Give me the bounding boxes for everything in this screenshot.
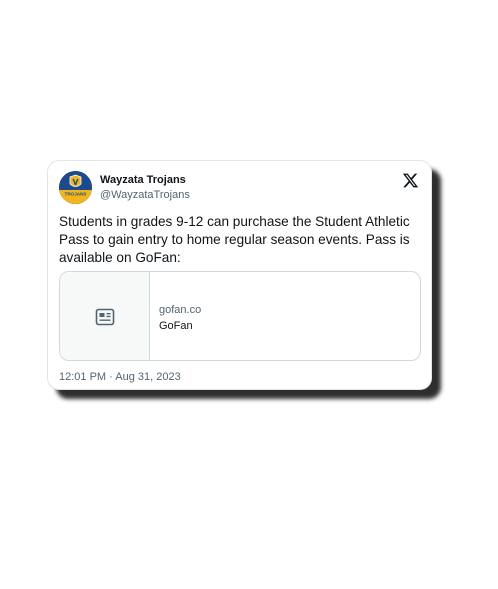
link-title: GoFan <box>159 320 193 332</box>
display-name[interactable]: Wayzata Trojans <box>100 174 186 186</box>
avatar-text: TROJANS <box>65 192 87 197</box>
tweet-embed-card[interactable]: TROJANS Wayzata Trojans @WayzataTrojans … <box>47 160 432 390</box>
tweet-header: TROJANS Wayzata Trojans @WayzataTrojans <box>59 171 419 205</box>
tweet-timestamp[interactable]: 12:01 PM · Aug 31, 2023 <box>59 371 181 383</box>
link-preview-card[interactable]: gofan.co GoFan <box>59 271 421 361</box>
page: TROJANS Wayzata Trojans @WayzataTrojans … <box>0 0 498 589</box>
trojans-logo-icon: TROJANS <box>59 171 92 204</box>
user-handle[interactable]: @WayzataTrojans <box>100 189 190 201</box>
avatar[interactable]: TROJANS <box>59 171 92 204</box>
article-icon <box>95 307 115 327</box>
link-thumbnail <box>60 272 150 360</box>
tweet-text: Students in grades 9-12 can purchase the… <box>59 214 410 265</box>
link-domain: gofan.co <box>159 304 202 316</box>
x-logo-icon[interactable] <box>402 172 419 189</box>
